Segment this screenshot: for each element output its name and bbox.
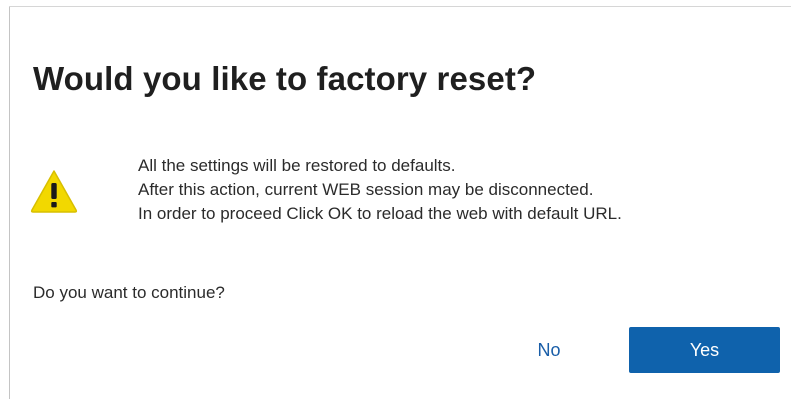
- no-button[interactable]: No: [516, 327, 582, 373]
- message-line: After this action, current WEB session m…: [138, 180, 594, 199]
- message-line: In order to proceed Click OK to reload t…: [138, 204, 622, 223]
- dialog-border-left: [9, 6, 10, 399]
- factory-reset-dialog: Would you like to factory reset? All the…: [0, 0, 791, 399]
- message-line: All the settings will be restored to def…: [138, 156, 456, 175]
- dialog-message: All the settings will be restored to def…: [138, 154, 622, 226]
- warning-icon: [29, 168, 79, 214]
- dialog-border-top: [9, 6, 791, 7]
- dialog-title: Would you like to factory reset?: [33, 60, 537, 97]
- yes-button[interactable]: Yes: [629, 327, 780, 373]
- confirm-question: Do you want to continue?: [33, 283, 225, 302]
